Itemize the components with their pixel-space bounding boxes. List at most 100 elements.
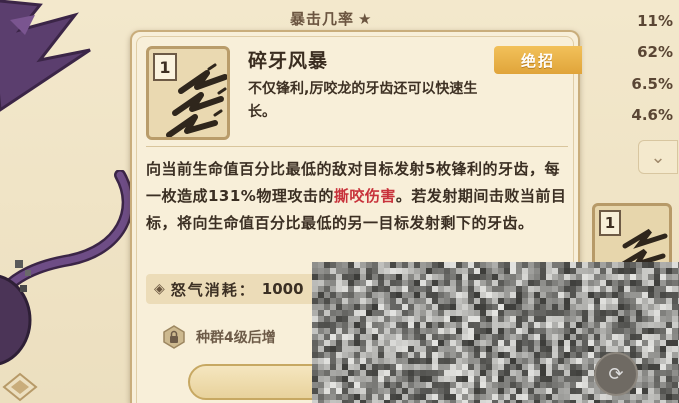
noise-cell (600, 274, 606, 280)
noise-cell (648, 328, 654, 334)
noise-cell (618, 262, 624, 268)
noise-cell (396, 280, 402, 286)
noise-cell (558, 346, 564, 352)
noise-cell (570, 346, 576, 352)
noise-cell (552, 364, 558, 370)
noise-cell (642, 382, 648, 388)
noise-cell (666, 346, 672, 352)
noise-cell (606, 322, 612, 328)
noise-cell (402, 388, 408, 394)
noise-cell (522, 364, 528, 370)
noise-cell (534, 280, 540, 286)
noise-cell (462, 334, 468, 340)
noise-cell (366, 268, 372, 274)
dragon-wing-decoration (0, 0, 91, 112)
noise-cell (390, 346, 396, 352)
noise-cell (516, 310, 522, 316)
noise-cell (432, 298, 438, 304)
noise-cell (438, 382, 444, 388)
noise-cell (462, 280, 468, 286)
noise-cell (480, 274, 486, 280)
noise-cell (618, 292, 624, 298)
noise-cell (552, 352, 558, 358)
action-circle-icon[interactable]: ⟳ (594, 352, 638, 396)
noise-cell (360, 310, 366, 316)
noise-cell (672, 352, 678, 358)
noise-cell (432, 340, 438, 346)
noise-cell (498, 388, 504, 394)
noise-cell (672, 274, 678, 280)
noise-cell (648, 352, 654, 358)
noise-cell (504, 352, 510, 358)
noise-cell (408, 310, 414, 316)
noise-cell (348, 280, 354, 286)
noise-cell (372, 394, 378, 400)
noise-cell (432, 328, 438, 334)
noise-cell (444, 304, 450, 310)
noise-cell (588, 292, 594, 298)
noise-cell (324, 364, 330, 370)
noise-cell (630, 268, 636, 274)
noise-cell (438, 340, 444, 346)
noise-cell (474, 304, 480, 310)
noise-cell (528, 358, 534, 364)
noise-cell (408, 388, 414, 394)
noise-cell (378, 322, 384, 328)
noise-cell (672, 286, 678, 292)
noise-cell (438, 352, 444, 358)
noise-cell (588, 334, 594, 340)
noise-cell (618, 322, 624, 328)
noise-cell (480, 334, 486, 340)
noise-cell (642, 346, 648, 352)
noise-cell (582, 388, 588, 394)
noise-cell (390, 298, 396, 304)
noise-cell (360, 304, 366, 310)
noise-cell (666, 328, 672, 334)
noise-cell (486, 322, 492, 328)
noise-cell (456, 328, 462, 334)
noise-cell (564, 280, 570, 286)
noise-cell (576, 394, 582, 400)
noise-cell (456, 358, 462, 364)
noise-cell (552, 394, 558, 400)
noise-cell (480, 370, 486, 376)
noise-cell (312, 340, 318, 346)
noise-cell (414, 292, 420, 298)
noise-cell (372, 304, 378, 310)
noise-cell (492, 280, 498, 286)
noise-cell (588, 352, 594, 358)
noise-cell (396, 304, 402, 310)
noise-cell (636, 346, 642, 352)
description-keyword[interactable]: 撕咬伤害 (334, 187, 396, 205)
noise-cell (456, 274, 462, 280)
noise-cell (420, 370, 426, 376)
noise-cell (630, 304, 636, 310)
noise-cell (384, 388, 390, 394)
noise-cell (354, 334, 360, 340)
noise-cell (342, 316, 348, 322)
noise-cell (576, 322, 582, 328)
noise-cell (636, 274, 642, 280)
noise-cell (426, 262, 432, 268)
noise-cell (600, 286, 606, 292)
noise-cell (420, 274, 426, 280)
expand-button[interactable]: ⌄ (638, 140, 678, 174)
noise-cell (528, 376, 534, 382)
noise-cell (612, 328, 618, 334)
noise-cell (426, 298, 432, 304)
noise-cell (588, 268, 594, 274)
noise-cell (516, 370, 522, 376)
noise-cell (660, 304, 666, 310)
noise-cell (534, 322, 540, 328)
noise-cell (396, 310, 402, 316)
noise-cell (354, 280, 360, 286)
noise-cell (510, 280, 516, 286)
noise-cell (492, 316, 498, 322)
stat-value: 62% (637, 43, 673, 61)
noise-cell (552, 286, 558, 292)
noise-cell (318, 298, 324, 304)
noise-cell (516, 364, 522, 370)
noise-cell (312, 394, 318, 400)
noise-cell (474, 298, 480, 304)
noise-cell (540, 388, 546, 394)
